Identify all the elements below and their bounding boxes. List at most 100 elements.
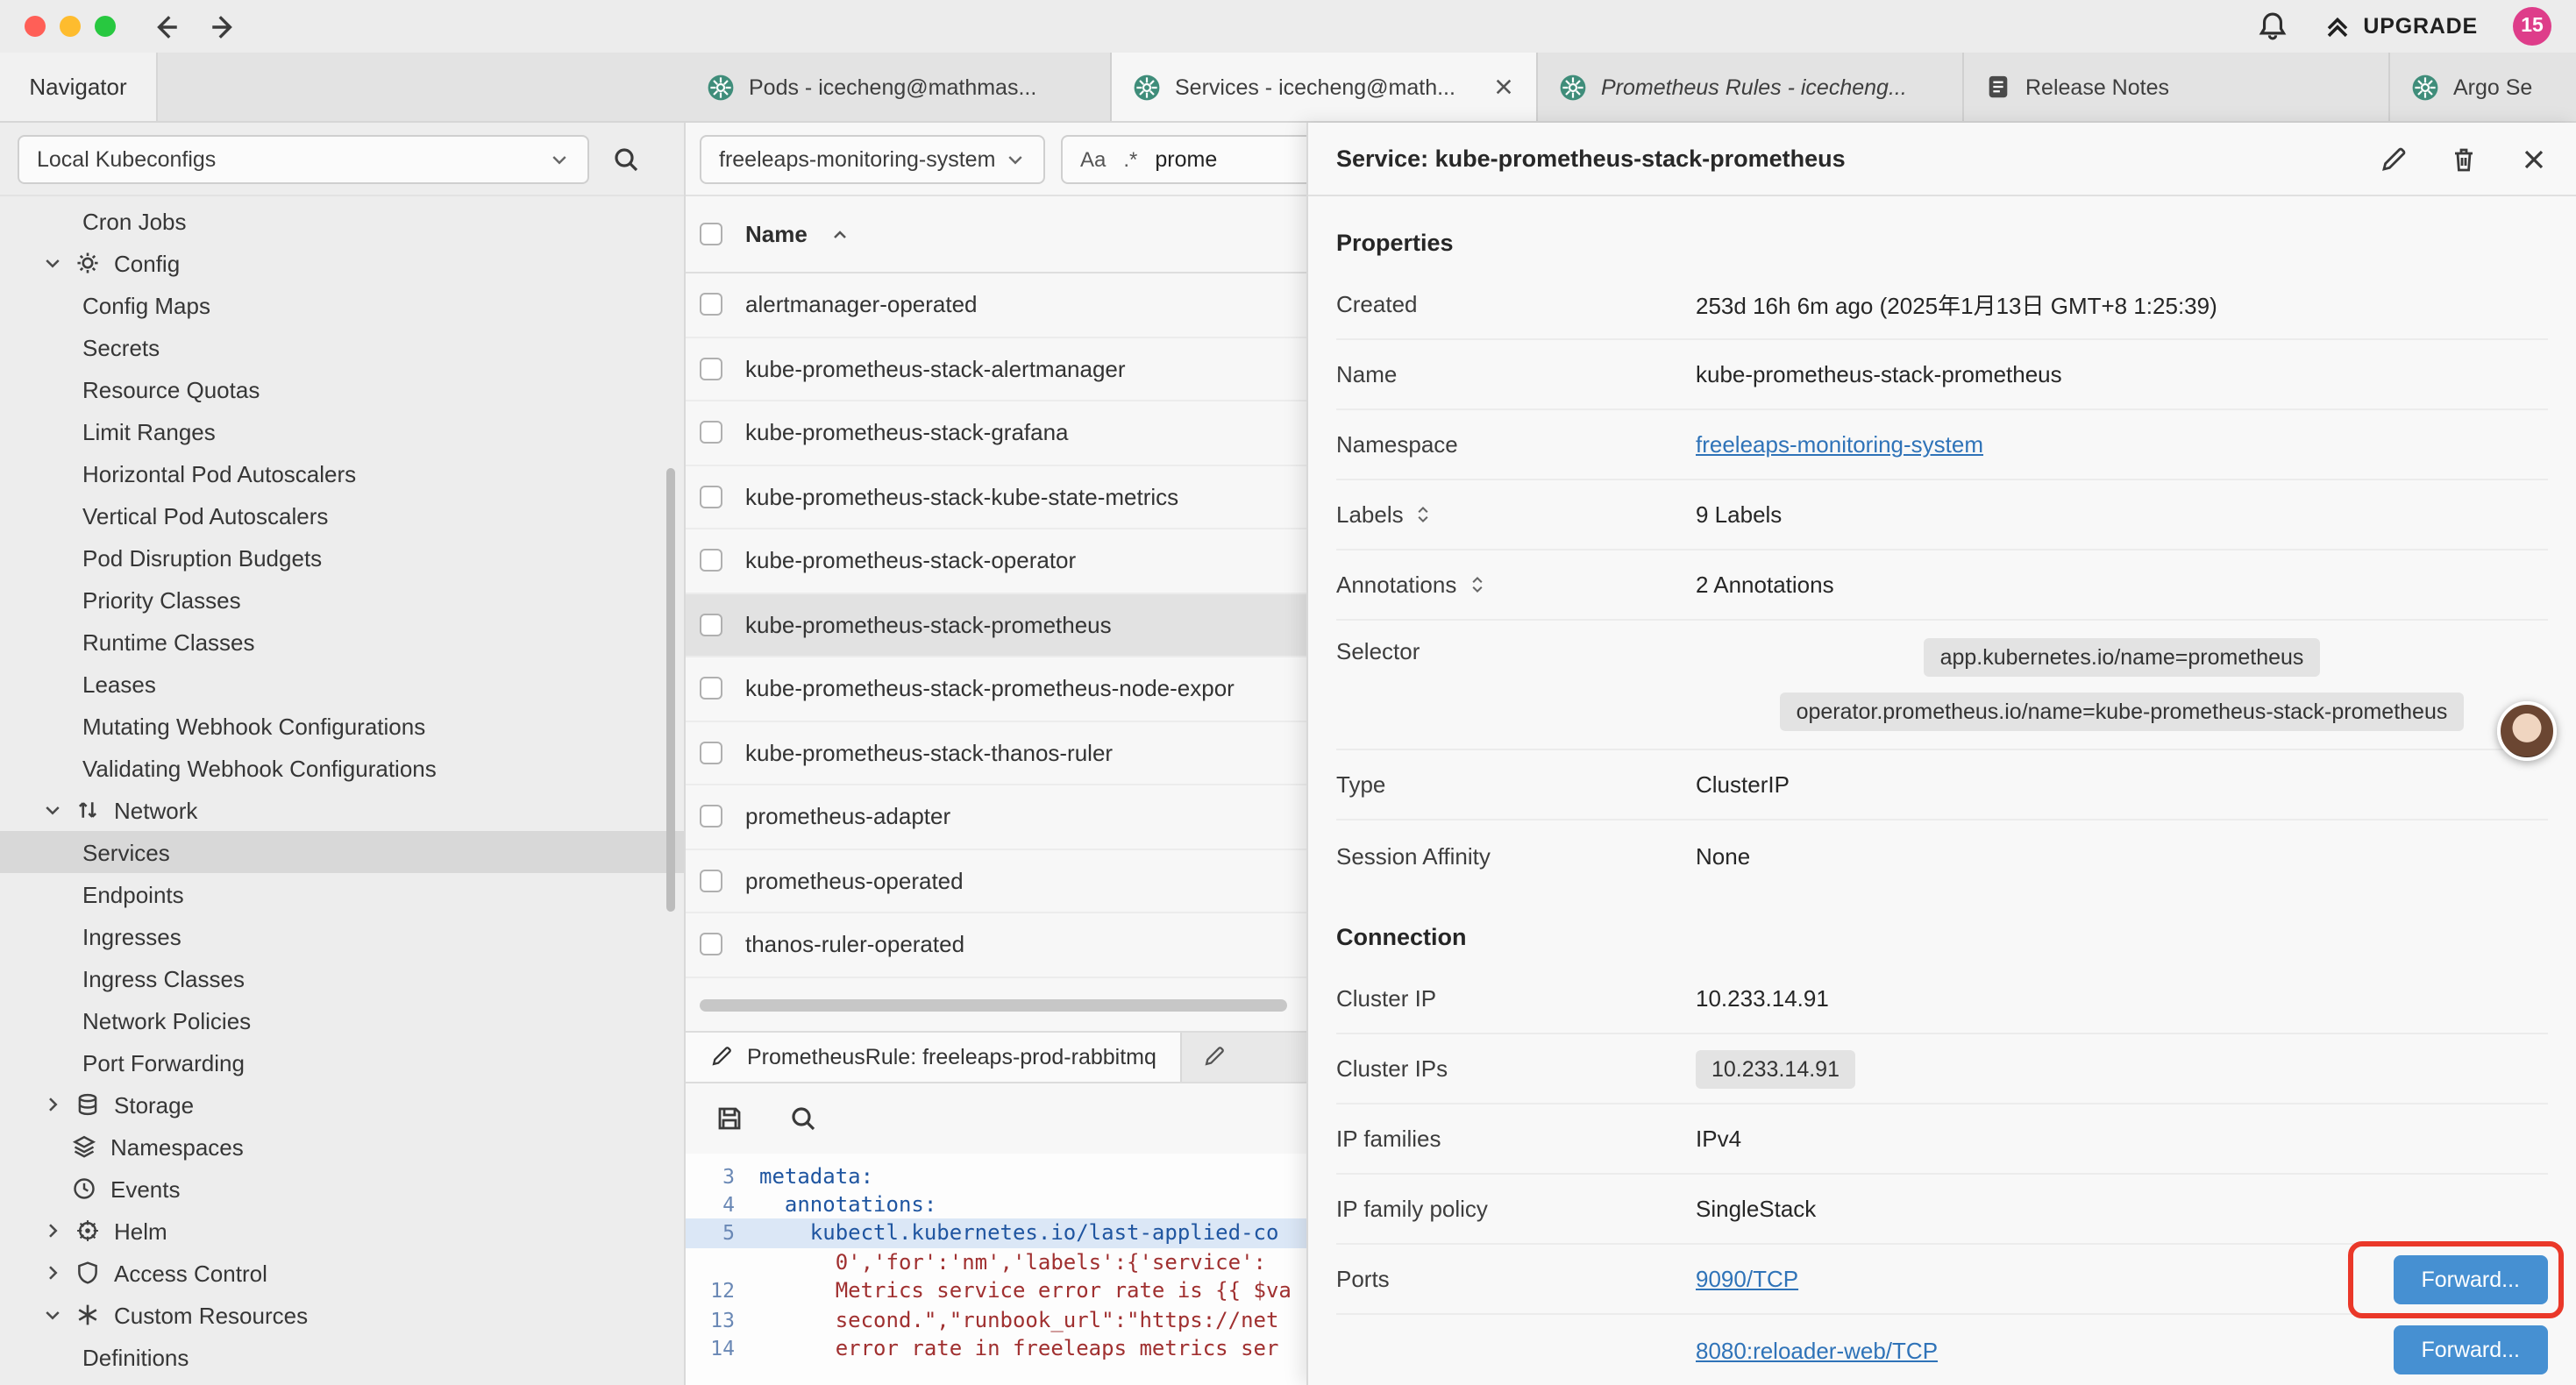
- tab-services[interactable]: Services - icecheng@math...: [1112, 53, 1538, 121]
- sidebar-item-helm[interactable]: Helm: [0, 1210, 684, 1252]
- sidebar-item-events[interactable]: Events: [0, 1168, 684, 1210]
- editor-tab-prometheusrule[interactable]: PrometheusRule: freeleaps-prod-rabbitmq: [686, 1032, 1183, 1081]
- row-checkbox[interactable]: [700, 870, 722, 892]
- table-row[interactable]: thanos-ruler-operated: [686, 913, 1306, 977]
- regex-toggle[interactable]: .*: [1123, 146, 1137, 171]
- sidebar-item-leases[interactable]: Leases: [0, 663, 684, 705]
- tab-release-notes[interactable]: Release Notes: [1964, 53, 2390, 121]
- labels-expand-icon[interactable]: [1414, 505, 1434, 524]
- tab-prometheus-rules[interactable]: Prometheus Rules - icecheng...: [1538, 53, 1964, 121]
- table-row[interactable]: prometheus-adapter: [686, 785, 1306, 849]
- sidebar-item-resource-quotas[interactable]: Resource Quotas: [0, 368, 684, 410]
- annotations-expand-icon[interactable]: [1467, 575, 1486, 594]
- chevron-down-icon: [42, 799, 63, 820]
- chevron-right-icon: [42, 1094, 63, 1115]
- table-row[interactable]: alertmanager-operated: [686, 273, 1306, 337]
- close-window-button[interactable]: [25, 16, 46, 37]
- kubeconfig-selector[interactable]: Local Kubeconfigs: [18, 134, 589, 183]
- table-row[interactable]: kube-prometheus-stack-prometheus-node-ex…: [686, 657, 1306, 721]
- row-checkbox[interactable]: [700, 614, 722, 636]
- table-row-selected[interactable]: kube-prometheus-stack-prometheus: [686, 593, 1306, 657]
- forward-button-8080[interactable]: Forward...: [2393, 1325, 2548, 1374]
- sidebar-item-ingress-classes[interactable]: Ingress Classes: [0, 957, 684, 999]
- sidebar-item-cron-jobs[interactable]: Cron Jobs: [0, 200, 684, 242]
- tab-argo[interactable]: Argo Se: [2390, 53, 2576, 121]
- namespace-link[interactable]: freeleaps-monitoring-system: [1696, 431, 1983, 458]
- sidebar-item-custom-resources[interactable]: Custom Resources: [0, 1294, 684, 1336]
- sidebar-item-pod-disruption-budgets[interactable]: Pod Disruption Budgets: [0, 536, 684, 579]
- forward-arrow-icon[interactable]: [209, 11, 238, 41]
- row-checkbox[interactable]: [700, 678, 722, 700]
- port-link-8080-reloader-web[interactable]: 8080:reloader-web/TCP: [1696, 1337, 1938, 1363]
- table-row[interactable]: kube-prometheus-stack-operator: [686, 529, 1306, 593]
- yaml-editor[interactable]: 3metadata: 4 annotations: 5 kubectl.kube…: [686, 1153, 1306, 1385]
- sidebar-item-endpoints[interactable]: Endpoints: [0, 873, 684, 915]
- notifications-bell-icon[interactable]: [2256, 11, 2288, 42]
- row-checkbox[interactable]: [700, 294, 722, 316]
- release-notes-icon: [1985, 74, 2011, 100]
- row-checkbox[interactable]: [700, 806, 722, 828]
- sidebar-item-validating-webhook-configurations[interactable]: Validating Webhook Configurations: [0, 747, 684, 789]
- edit-pencil-icon[interactable]: [2380, 145, 2408, 173]
- match-case-toggle[interactable]: Aa: [1080, 146, 1106, 171]
- close-tab-icon[interactable]: [1492, 75, 1515, 98]
- sidebar-item-limit-ranges[interactable]: Limit Ranges: [0, 410, 684, 452]
- sidebar-item-vertical-pod-autoscalers[interactable]: Vertical Pod Autoscalers: [0, 494, 684, 536]
- sidebar-item-definitions[interactable]: Definitions: [0, 1336, 684, 1378]
- upgrade-button[interactable]: UPGRADE: [2323, 12, 2478, 40]
- search-query-input[interactable]: [1155, 146, 1295, 171]
- row-checkbox[interactable]: [700, 934, 722, 956]
- save-icon[interactable]: [707, 1095, 752, 1140]
- sidebar-item-ingresses[interactable]: Ingresses: [0, 915, 684, 957]
- namespace-filter-dropdown[interactable]: freeleaps-monitoring-system: [700, 134, 1045, 183]
- sidebar-item-priority-classes[interactable]: Priority Classes: [0, 579, 684, 621]
- sidebar-item-runtime-classes[interactable]: Runtime Classes: [0, 621, 684, 663]
- sidebar-item-namespaces[interactable]: Namespaces: [0, 1126, 684, 1168]
- row-checkbox[interactable]: [700, 422, 722, 444]
- horizontal-scrollbar[interactable]: [700, 998, 1287, 1011]
- sidebar-item-network[interactable]: Network: [0, 789, 684, 831]
- table-row[interactable]: kube-prometheus-stack-alertmanager: [686, 337, 1306, 401]
- table-row[interactable]: kube-prometheus-stack-grafana: [686, 401, 1306, 465]
- port-link-9090[interactable]: 9090/TCP: [1696, 1266, 1798, 1292]
- notification-count-badge[interactable]: 15: [2513, 7, 2551, 46]
- table-row[interactable]: kube-prometheus-stack-thanos-ruler: [686, 721, 1306, 785]
- navigator-panel-tab[interactable]: Navigator: [0, 53, 158, 121]
- code-line: 13 second.","runbook_url":"https://net: [686, 1305, 1306, 1334]
- table-row[interactable]: kube-prometheus-stack-kube-state-metrics: [686, 465, 1306, 529]
- sidebar-item-config-maps[interactable]: Config Maps: [0, 284, 684, 326]
- editor-tab-partial[interactable]: [1183, 1032, 1227, 1081]
- sidebar-search-icon[interactable]: [603, 136, 649, 181]
- sidebar-item-services[interactable]: Services: [0, 831, 684, 873]
- sidebar-item-secrets[interactable]: Secrets: [0, 326, 684, 368]
- row-checkbox[interactable]: [700, 550, 722, 572]
- namespaces-layers-icon: [72, 1134, 98, 1159]
- close-panel-icon[interactable]: [2520, 145, 2548, 173]
- sidebar-item-port-forwarding[interactable]: Port Forwarding: [0, 1041, 684, 1083]
- sidebar-item-config[interactable]: Config: [0, 242, 684, 284]
- name-column-header[interactable]: Name: [745, 221, 808, 247]
- sidebar-item-storage[interactable]: Storage: [0, 1083, 684, 1126]
- avatar[interactable]: [2497, 701, 2557, 761]
- list-search-box: Aa .*: [1061, 134, 1306, 183]
- minimize-window-button[interactable]: [60, 16, 81, 37]
- row-checkbox[interactable]: [700, 358, 722, 380]
- sidebar-item-mutating-webhook-configurations[interactable]: Mutating Webhook Configurations: [0, 705, 684, 747]
- forward-button-9090[interactable]: Forward...: [2393, 1254, 2548, 1303]
- table-row[interactable]: prometheus-operated: [686, 849, 1306, 913]
- select-all-checkbox[interactable]: [700, 223, 722, 245]
- tab-pods[interactable]: Pods - icecheng@mathmas...: [686, 53, 1112, 121]
- row-checkbox[interactable]: [700, 486, 722, 508]
- events-clock-icon: [72, 1176, 98, 1201]
- sort-ascending-icon[interactable]: [830, 224, 851, 245]
- sidebar-item-access-control[interactable]: Access Control: [0, 1252, 684, 1294]
- editor-search-icon[interactable]: [780, 1095, 826, 1140]
- sidebar-item-horizontal-pod-autoscalers[interactable]: Horizontal Pod Autoscalers: [0, 452, 684, 494]
- services-list-panel: freeleaps-monitoring-system Aa .* Name: [686, 123, 1306, 1385]
- sidebar-item-network-policies[interactable]: Network Policies: [0, 999, 684, 1041]
- row-checkbox[interactable]: [700, 742, 722, 764]
- delete-trash-icon[interactable]: [2450, 145, 2478, 173]
- back-arrow-icon[interactable]: [151, 11, 181, 41]
- maximize-window-button[interactable]: [95, 16, 116, 37]
- sidebar-scrollbar[interactable]: [666, 468, 675, 912]
